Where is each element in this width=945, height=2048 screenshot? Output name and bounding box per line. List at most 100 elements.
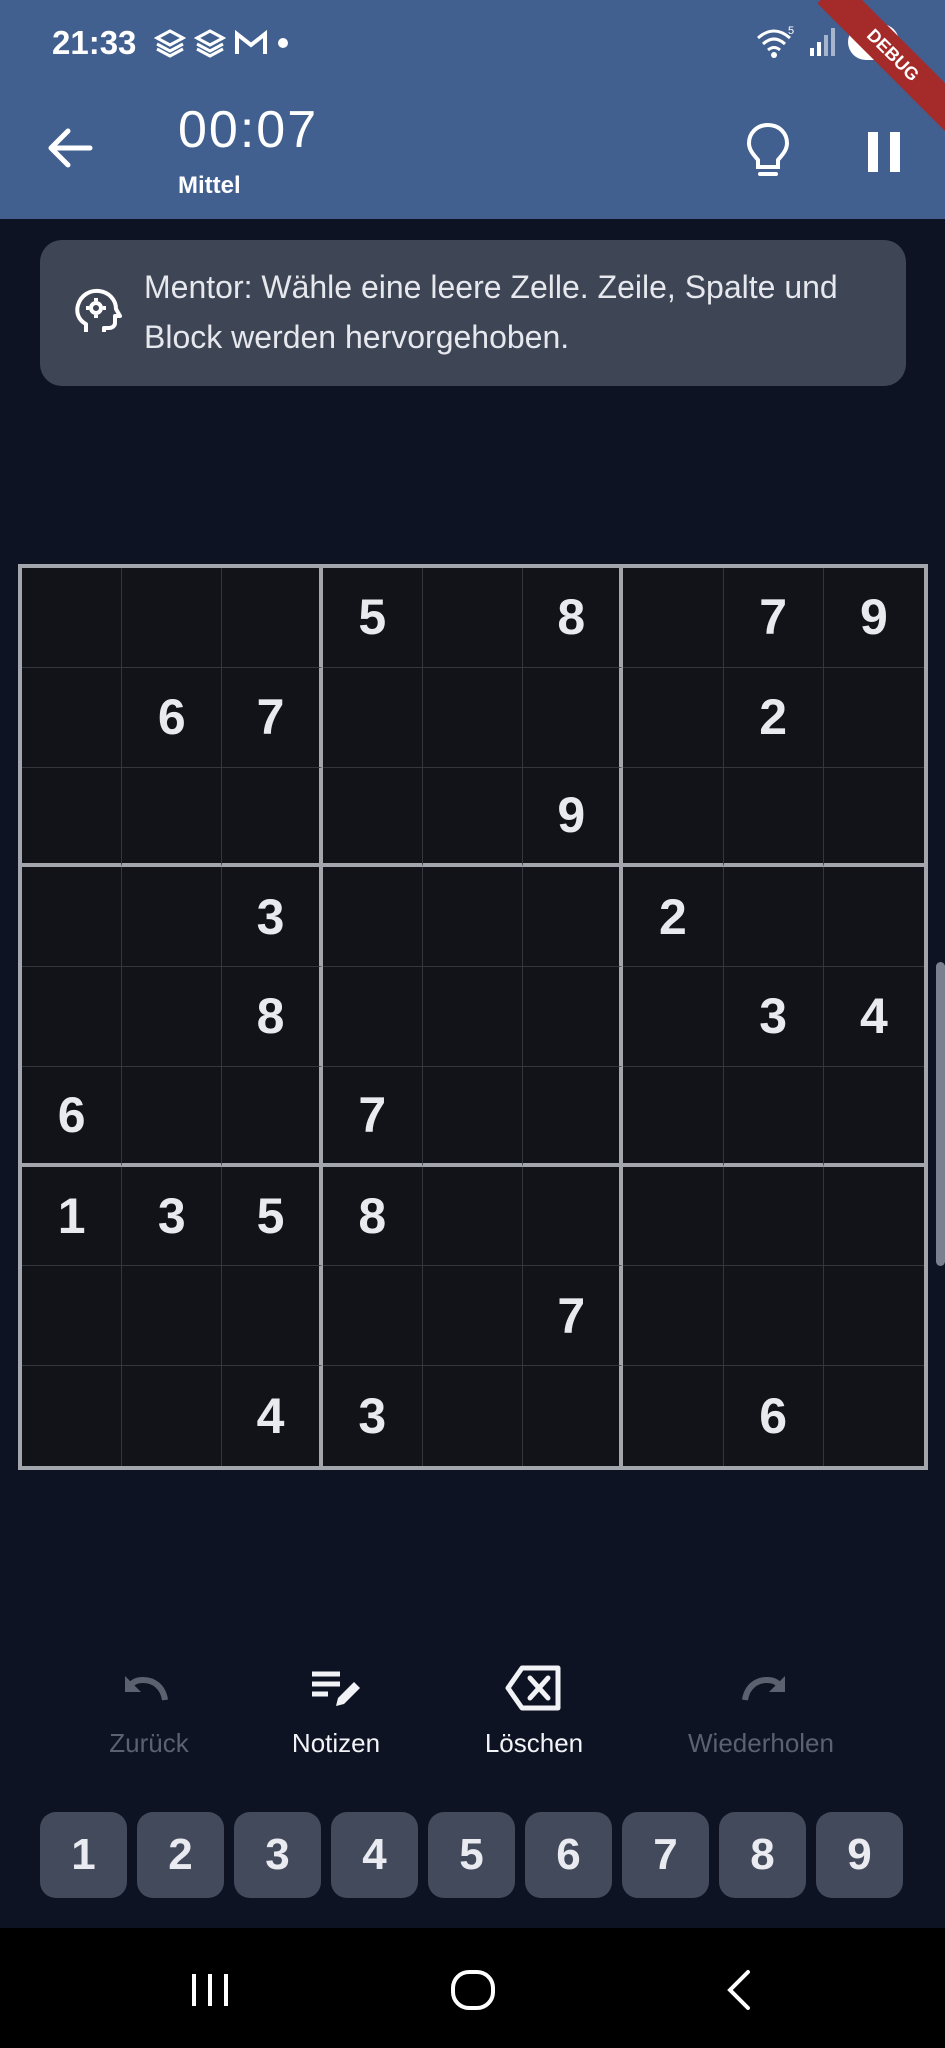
back-arrow-icon[interactable] bbox=[40, 118, 100, 178]
sudoku-cell[interactable] bbox=[824, 1366, 924, 1466]
sudoku-cell[interactable]: 2 bbox=[623, 867, 724, 968]
sudoku-cell[interactable] bbox=[322, 867, 423, 968]
sudoku-cell[interactable] bbox=[422, 568, 524, 668]
sudoku-cell[interactable]: 3 bbox=[323, 1366, 423, 1466]
sudoku-cell[interactable]: 3 bbox=[122, 1166, 223, 1267]
number-key-3[interactable]: 3 bbox=[234, 1812, 321, 1898]
sudoku-cell[interactable]: 8 bbox=[222, 967, 323, 1067]
sudoku-cell[interactable] bbox=[823, 668, 924, 768]
sudoku-cell[interactable] bbox=[22, 667, 123, 768]
number-key-9[interactable]: 9 bbox=[816, 1812, 903, 1898]
sudoku-cell[interactable]: 7 bbox=[523, 1266, 624, 1367]
sudoku-cell[interactable] bbox=[723, 767, 824, 868]
sudoku-cell[interactable] bbox=[623, 967, 724, 1067]
system-back-icon[interactable] bbox=[710, 1960, 770, 2020]
sudoku-cell[interactable] bbox=[823, 867, 924, 968]
sudoku-cell[interactable]: 5 bbox=[222, 1166, 323, 1267]
sudoku-cell[interactable] bbox=[423, 1366, 524, 1466]
sudoku-cell[interactable] bbox=[222, 1066, 323, 1167]
sudoku-cell[interactable]: 7 bbox=[322, 1066, 423, 1167]
undo-button[interactable]: Zurück bbox=[49, 1660, 249, 1759]
sudoku-cell[interactable]: 4 bbox=[222, 1366, 323, 1466]
number-key-6[interactable]: 6 bbox=[525, 1812, 612, 1898]
sudoku-cell[interactable] bbox=[122, 1066, 223, 1167]
sudoku-cell[interactable] bbox=[723, 1066, 824, 1167]
sudoku-cell[interactable] bbox=[322, 767, 423, 868]
sudoku-cell[interactable] bbox=[623, 767, 724, 868]
sudoku-cell[interactable] bbox=[122, 867, 223, 968]
sudoku-cell[interactable] bbox=[422, 667, 524, 768]
sudoku-cell[interactable] bbox=[222, 767, 323, 868]
sudoku-cell[interactable] bbox=[22, 1366, 123, 1466]
sudoku-cell[interactable] bbox=[823, 1167, 924, 1267]
sudoku-cell[interactable]: 6 bbox=[122, 667, 223, 768]
sudoku-cell[interactable] bbox=[422, 967, 524, 1067]
sudoku-cell[interactable] bbox=[523, 1366, 624, 1466]
sudoku-cell[interactable] bbox=[222, 1266, 323, 1367]
sudoku-cell[interactable] bbox=[422, 1266, 524, 1367]
sudoku-cell[interactable] bbox=[122, 967, 223, 1067]
sudoku-cell[interactable]: 1 bbox=[22, 1166, 123, 1267]
number-key-5[interactable]: 5 bbox=[428, 1812, 515, 1898]
sudoku-cell[interactable] bbox=[22, 568, 123, 668]
delete-button[interactable]: Löschen bbox=[434, 1660, 634, 1759]
sudoku-cell[interactable]: 3 bbox=[723, 967, 824, 1067]
sudoku-cell[interactable] bbox=[723, 1266, 824, 1367]
sudoku-cell[interactable] bbox=[222, 568, 323, 668]
sudoku-cell[interactable] bbox=[823, 768, 924, 868]
sudoku-cell[interactable] bbox=[623, 1366, 724, 1466]
sudoku-cell[interactable] bbox=[422, 1166, 524, 1267]
sudoku-cell[interactable] bbox=[322, 1266, 423, 1367]
sudoku-cell[interactable]: 3 bbox=[222, 867, 323, 968]
sudoku-cell[interactable] bbox=[523, 1166, 624, 1267]
sudoku-cell[interactable]: 7 bbox=[222, 667, 323, 768]
sudoku-cell[interactable] bbox=[623, 1166, 724, 1267]
sudoku-cell[interactable] bbox=[823, 1266, 924, 1367]
sudoku-cell[interactable] bbox=[623, 1266, 724, 1367]
sudoku-cell[interactable]: 6 bbox=[724, 1366, 824, 1466]
sudoku-cell[interactable] bbox=[122, 1266, 223, 1367]
sudoku-cell[interactable] bbox=[122, 1366, 223, 1466]
sudoku-cell[interactable] bbox=[523, 967, 624, 1067]
number-key-1[interactable]: 1 bbox=[40, 1812, 127, 1898]
sudoku-cell[interactable]: 9 bbox=[523, 767, 624, 868]
sudoku-cell[interactable]: 7 bbox=[723, 568, 824, 668]
sudoku-cell[interactable] bbox=[523, 1066, 624, 1167]
sudoku-cell[interactable] bbox=[523, 867, 624, 968]
sudoku-cell[interactable] bbox=[22, 1266, 123, 1367]
number-key-4[interactable]: 4 bbox=[331, 1812, 418, 1898]
lightbulb-icon[interactable] bbox=[740, 120, 796, 180]
sudoku-cell[interactable]: 8 bbox=[523, 568, 624, 668]
sudoku-cell[interactable] bbox=[22, 767, 123, 868]
sudoku-cell[interactable] bbox=[623, 667, 724, 768]
notes-button[interactable]: Notizen bbox=[236, 1660, 436, 1759]
sudoku-cell[interactable] bbox=[623, 568, 724, 668]
sudoku-cell[interactable]: 4 bbox=[823, 967, 924, 1067]
sudoku-cell[interactable] bbox=[422, 1066, 524, 1167]
sudoku-cell[interactable]: 8 bbox=[322, 1166, 423, 1267]
sudoku-cell[interactable] bbox=[723, 1166, 824, 1267]
sudoku-cell[interactable] bbox=[623, 1066, 724, 1167]
sudoku-cell[interactable] bbox=[22, 967, 123, 1067]
number-key-2[interactable]: 2 bbox=[137, 1812, 224, 1898]
number-key-8[interactable]: 8 bbox=[719, 1812, 806, 1898]
sudoku-cell[interactable] bbox=[22, 867, 123, 968]
sudoku-cell[interactable] bbox=[122, 767, 223, 868]
sudoku-cell[interactable] bbox=[723, 867, 824, 968]
sudoku-cell[interactable]: 9 bbox=[823, 568, 924, 668]
sudoku-cell[interactable] bbox=[422, 767, 524, 868]
sudoku-cell[interactable]: 6 bbox=[22, 1066, 123, 1167]
number-key-7[interactable]: 7 bbox=[622, 1812, 709, 1898]
pause-icon[interactable] bbox=[860, 126, 910, 178]
sudoku-cell[interactable]: 5 bbox=[322, 568, 423, 668]
scrollbar-thumb[interactable] bbox=[936, 962, 945, 1266]
sudoku-cell[interactable] bbox=[422, 867, 524, 968]
sudoku-cell[interactable] bbox=[322, 667, 423, 768]
home-icon[interactable] bbox=[443, 1960, 503, 2020]
redo-button[interactable]: Wiederholen bbox=[661, 1660, 861, 1759]
recent-apps-icon[interactable] bbox=[180, 1960, 240, 2020]
sudoku-cell[interactable] bbox=[823, 1067, 924, 1167]
sudoku-cell[interactable]: 2 bbox=[723, 667, 824, 768]
sudoku-cell[interactable] bbox=[122, 568, 223, 668]
sudoku-cell[interactable] bbox=[523, 667, 624, 768]
